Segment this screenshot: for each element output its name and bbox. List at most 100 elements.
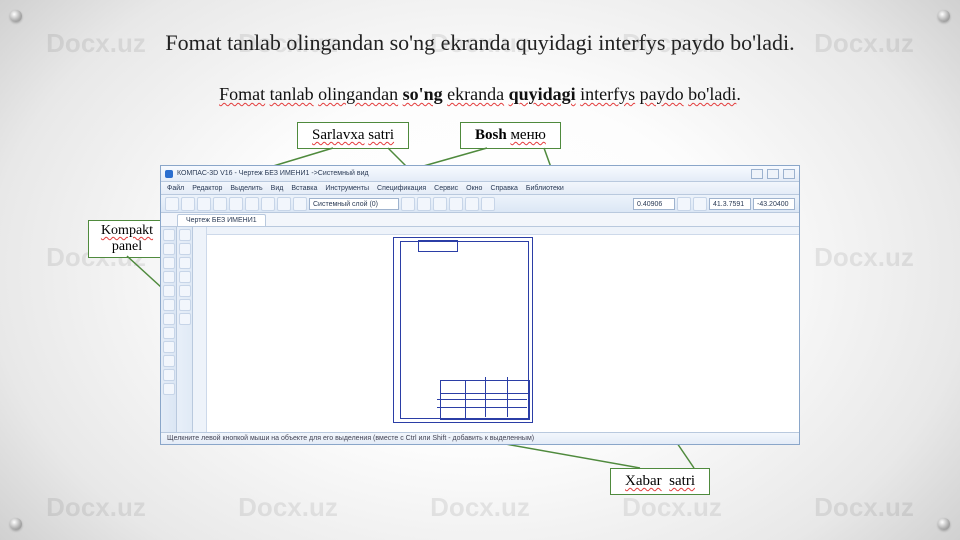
watermark-row: Docx.uz Docx.uz Docx.uz Docx.uz Docx.uz [0, 492, 960, 523]
toolbar-button[interactable] [277, 197, 291, 211]
toolbar-button[interactable] [213, 197, 227, 211]
app-toolbar: Системный слой (0) 0.40906 41.3.7591 -43… [161, 195, 799, 213]
callout-text: Xabar [625, 473, 662, 489]
panel-button[interactable] [179, 229, 191, 241]
panel-button[interactable] [163, 257, 175, 269]
panel-button[interactable] [179, 243, 191, 255]
panel-button[interactable] [163, 341, 175, 353]
watermark: Docx.uz [430, 492, 530, 523]
toolbar-button[interactable] [181, 197, 195, 211]
panel-button[interactable] [163, 355, 175, 367]
toolbar-button[interactable] [261, 197, 275, 211]
drawing-page [393, 237, 533, 423]
callout-text: Sarlavxa [312, 127, 364, 143]
panel-button[interactable] [163, 369, 175, 381]
status-bar: Щелкните левой кнопкой мыши на объекте д… [161, 432, 799, 444]
app-titlebar[interactable]: КОМПАС-3D V16 - Чертеж БЕЗ ИМЕНИ1 ->Сист… [161, 166, 799, 182]
slide-title: Fomat tanlab olingandan so'ng ekranda qu… [0, 30, 960, 56]
menu-item[interactable]: Вид [271, 185, 284, 192]
callout-kompakt: Kompakt panel [88, 220, 166, 258]
callout-xabar: Xabar satri [610, 468, 710, 495]
toolbar-button[interactable] [693, 197, 707, 211]
callout-text: меню [510, 127, 545, 143]
slide-subtitle: Fomat tanlab olingandan so'ng ekranda qu… [0, 84, 960, 105]
toolbar-button[interactable] [245, 197, 259, 211]
menu-item[interactable]: Справка [490, 185, 517, 192]
ruler-horizontal [207, 227, 799, 235]
watermark: Docx.uz [238, 492, 338, 523]
maximize-button[interactable] [767, 169, 779, 179]
app-tabbar: Чертеж БЕЗ ИМЕНИ1 [161, 213, 799, 227]
document-tab[interactable]: Чертеж БЕЗ ИМЕНИ1 [177, 214, 266, 226]
toolbar-button[interactable] [401, 197, 415, 211]
toolbar-button[interactable] [197, 197, 211, 211]
corner-dot-bl [10, 518, 22, 530]
subtitle-dot: . [736, 84, 741, 104]
app-title: КОМПАС-3D V16 - Чертеж БЕЗ ИМЕНИ1 ->Сист… [177, 170, 369, 177]
menu-item[interactable]: Вставка [291, 185, 317, 192]
corner-dot-tl [10, 10, 22, 22]
toolbar-button[interactable] [465, 197, 479, 211]
panel-button[interactable] [179, 271, 191, 283]
callout-text: satri [669, 473, 695, 489]
panel-button[interactable] [163, 271, 175, 283]
menu-item[interactable]: Инструменты [325, 185, 369, 192]
toolbar-button[interactable] [417, 197, 431, 211]
toolbar-button[interactable] [229, 197, 243, 211]
menu-item[interactable]: Выделить [230, 185, 262, 192]
toolbar-button[interactable] [433, 197, 447, 211]
toolbar-button[interactable] [165, 197, 179, 211]
callout-bosh: Bosh меню [460, 122, 561, 149]
panel-button[interactable] [163, 313, 175, 325]
menu-item[interactable]: Библиотеки [526, 185, 564, 192]
app-window: КОМПАС-3D V16 - Чертеж БЕЗ ИМЕНИ1 ->Сист… [160, 165, 800, 445]
callout-text: panel [112, 239, 142, 254]
subtitle-word: olingandan [318, 84, 398, 104]
panel-button[interactable] [179, 257, 191, 269]
compact-panel [161, 227, 177, 432]
panel-button[interactable] [163, 383, 175, 395]
ruler-vertical [193, 227, 207, 432]
panel-button[interactable] [163, 327, 175, 339]
watermark: Docx.uz [622, 492, 722, 523]
corner-dot-br [938, 518, 950, 530]
subtitle-word: bo'ladi [688, 84, 736, 104]
menu-item[interactable]: Сервис [434, 185, 458, 192]
menu-item[interactable]: Спецификация [377, 185, 426, 192]
app-body [161, 227, 799, 432]
scale-field[interactable]: -43.20400 [753, 198, 795, 210]
minimize-button[interactable] [751, 169, 763, 179]
panel-button[interactable] [179, 299, 191, 311]
title-block [440, 380, 530, 420]
panel-button[interactable] [179, 313, 191, 325]
scale-field[interactable]: 41.3.7591 [709, 198, 751, 210]
close-button[interactable] [783, 169, 795, 179]
toolbar-button[interactable] [449, 197, 463, 211]
app-menubar: Файл Редактор Выделить Вид Вставка Инстр… [161, 182, 799, 195]
slide: Docx.uz Docx.uz Docx.uz Docx.uz Docx.uz … [0, 0, 960, 540]
toolbar-button[interactable] [481, 197, 495, 211]
watermark: Docx.uz [814, 492, 914, 523]
subtitle-word: ekranda [447, 84, 504, 104]
subtitle-word: quyidagi [509, 84, 576, 104]
layer-field[interactable]: Системный слой (0) [309, 198, 399, 210]
subtitle-word: so'ng [403, 84, 443, 104]
work-area[interactable] [193, 227, 799, 432]
subtitle-word: paydo [640, 84, 684, 104]
panel-button[interactable] [179, 285, 191, 297]
callout-text: satri [368, 127, 394, 143]
tool-panel [177, 227, 193, 432]
corner-dot-tr [938, 10, 950, 22]
panel-button[interactable] [163, 243, 175, 255]
toolbar-button[interactable] [293, 197, 307, 211]
panel-button[interactable] [163, 229, 175, 241]
coord-field[interactable]: 0.40906 [633, 198, 675, 210]
menu-item[interactable]: Редактор [192, 185, 222, 192]
callout-sarlavxa: Sarlavxa satri [297, 122, 409, 149]
panel-button[interactable] [163, 285, 175, 297]
subtitle-word: tanlab [270, 84, 314, 104]
toolbar-button[interactable] [677, 197, 691, 211]
menu-item[interactable]: Окно [466, 185, 482, 192]
panel-button[interactable] [163, 299, 175, 311]
menu-item[interactable]: Файл [167, 185, 184, 192]
